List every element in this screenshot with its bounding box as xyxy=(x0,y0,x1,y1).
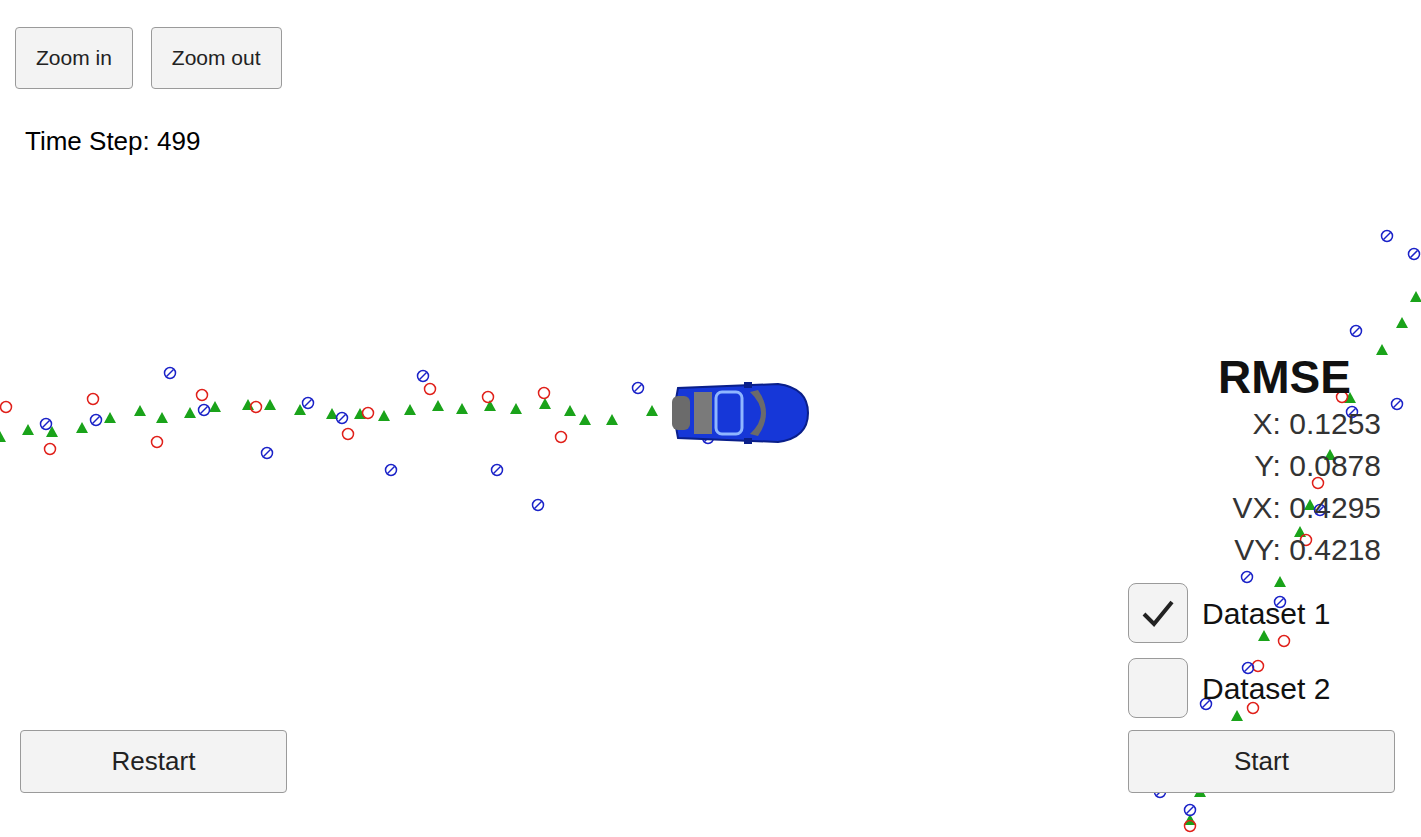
rmse-title: RMSE xyxy=(1158,351,1351,403)
checkmark-icon xyxy=(1138,593,1178,633)
radar-marker xyxy=(386,465,397,476)
radar-marker xyxy=(1351,326,1362,337)
zoom-in-button[interactable]: Zoom in xyxy=(15,27,133,89)
radar-marker xyxy=(165,368,176,379)
lidar-marker xyxy=(1,402,12,413)
dataset-checkbox[interactable] xyxy=(1128,658,1188,718)
estimate-marker xyxy=(104,412,116,423)
radar-marker xyxy=(1409,249,1420,260)
radar-marker xyxy=(1315,505,1326,516)
dataset-label: Dataset 1 xyxy=(1202,591,1330,636)
radar-marker xyxy=(1185,805,1196,816)
estimate-marker xyxy=(22,424,34,435)
estimate-marker xyxy=(646,405,658,416)
lidar-marker xyxy=(251,402,262,413)
car-icon xyxy=(668,378,810,448)
estimate-marker xyxy=(564,405,576,416)
lidar-marker xyxy=(343,429,354,440)
estimate-marker xyxy=(294,404,306,415)
rmse-value: VY: 0.4218 xyxy=(1234,529,1381,571)
estimate-marker xyxy=(76,422,88,433)
lidar-marker xyxy=(363,408,374,419)
start-button[interactable]: Start xyxy=(1128,730,1395,793)
radar-marker xyxy=(262,448,273,459)
estimate-marker xyxy=(209,401,221,412)
lidar-marker xyxy=(539,388,550,399)
radar-marker xyxy=(418,371,429,382)
estimate-marker xyxy=(1274,576,1286,587)
radar-marker xyxy=(1242,572,1253,583)
lidar-marker xyxy=(483,392,494,403)
lidar-marker xyxy=(425,384,436,395)
estimate-marker xyxy=(0,431,6,442)
radar-marker xyxy=(633,383,644,394)
lidar-marker xyxy=(1185,821,1196,832)
dataset-option[interactable]: Dataset 2 xyxy=(1128,658,1397,718)
estimate-marker xyxy=(1231,710,1243,721)
lidar-marker xyxy=(197,390,208,401)
estimate-marker xyxy=(579,414,591,425)
radar-marker xyxy=(1382,231,1393,242)
radar-marker xyxy=(1347,407,1358,418)
estimate-marker xyxy=(1396,317,1408,328)
radar-marker xyxy=(199,405,210,416)
dataset-label: Dataset 2 xyxy=(1202,666,1330,711)
lidar-marker xyxy=(1279,636,1290,647)
rmse-value: Y: 0.0878 xyxy=(1254,445,1381,487)
scene-canvas xyxy=(0,0,1421,837)
lidar-marker xyxy=(45,444,56,455)
zoom-out-button[interactable]: Zoom out xyxy=(151,27,282,89)
estimate-marker xyxy=(404,404,416,415)
radar-marker xyxy=(41,419,52,430)
radar-marker xyxy=(492,465,503,476)
estimate-marker xyxy=(456,403,468,414)
lidar-marker xyxy=(1337,392,1348,403)
radar-marker xyxy=(303,398,314,409)
time-step: Time Step: 499 xyxy=(0,89,1421,156)
radar-marker xyxy=(91,415,102,426)
estimate-marker xyxy=(378,410,390,421)
restart-button[interactable]: Restart xyxy=(20,730,287,793)
estimate-marker xyxy=(242,399,254,410)
lidar-marker xyxy=(1313,478,1324,489)
radar-marker xyxy=(533,500,544,511)
estimate-marker xyxy=(264,399,276,410)
dataset-checkbox[interactable] xyxy=(1128,583,1188,643)
simulator: Zoom in Zoom out Time Step: 499 Restart R… xyxy=(0,0,1421,837)
lidar-marker xyxy=(88,394,99,405)
estimate-marker xyxy=(1410,291,1421,302)
rmse-panel: RMSEX: 0.1253Y: 0.0878VX: 0.4295VY: 0.42… xyxy=(1128,351,1397,571)
radar-marker xyxy=(1392,399,1403,410)
estimate-marker xyxy=(539,398,551,409)
lidar-marker xyxy=(152,437,163,448)
rmse-value: VX: 0.4295 xyxy=(1233,487,1381,529)
rmse-value: X: 0.1253 xyxy=(1253,403,1381,445)
estimate-marker xyxy=(46,426,58,437)
estimate-marker xyxy=(510,403,522,414)
estimate-marker xyxy=(1258,630,1270,641)
dataset-option[interactable]: Dataset 1 xyxy=(1128,583,1397,643)
estimate-marker xyxy=(606,414,618,425)
radar-marker xyxy=(337,413,348,424)
estimate-marker xyxy=(134,405,146,416)
estimate-marker xyxy=(184,407,196,418)
estimate-marker xyxy=(1376,344,1388,355)
estimate-marker xyxy=(432,400,444,411)
estimate-marker xyxy=(156,412,168,423)
lidar-marker xyxy=(1301,535,1312,546)
lidar-marker xyxy=(1253,661,1264,672)
lidar-marker xyxy=(556,432,567,443)
estimate-marker xyxy=(1324,449,1336,460)
